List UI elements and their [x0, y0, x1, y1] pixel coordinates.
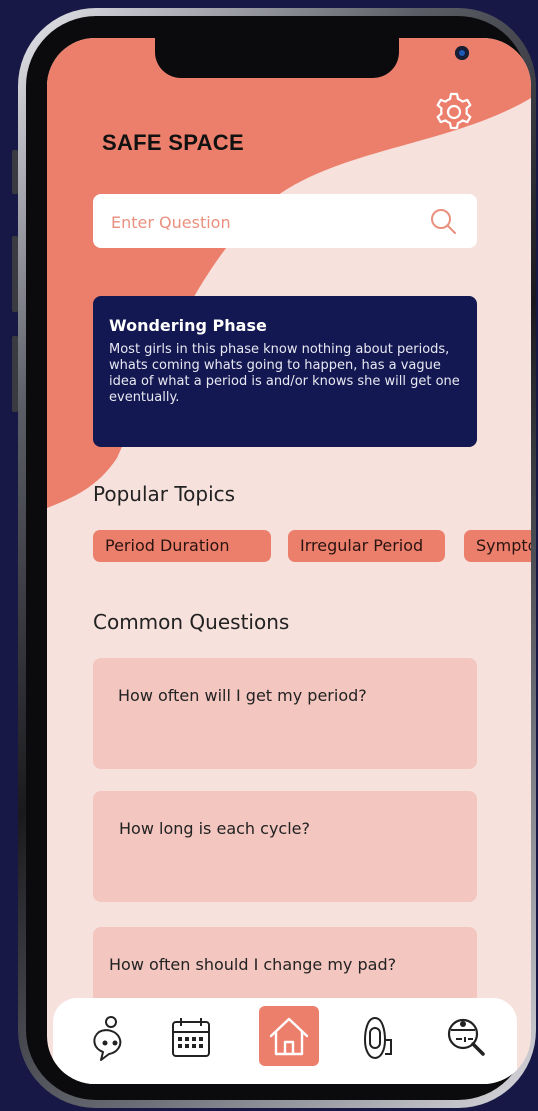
chat-bubble-icon[interactable]	[83, 1010, 139, 1066]
topic-chip-period-duration[interactable]: Period Duration	[93, 530, 271, 562]
pad-icon[interactable]	[353, 1010, 409, 1066]
calendar-icon[interactable]	[163, 1010, 219, 1066]
question-text: How often should I change my pad?	[109, 955, 397, 974]
question-card[interactable]: How long is each cycle?	[93, 791, 477, 902]
common-questions-heading: Common Questions	[93, 610, 290, 634]
question-text: How often will I get my period?	[118, 686, 367, 705]
topic-chip-irregular-period[interactable]: Irregular Period	[288, 530, 445, 562]
question-text: How long is each cycle?	[119, 819, 310, 838]
topic-chip-symptoms[interactable]: Symptoms	[464, 530, 531, 562]
settings-gear-icon[interactable]	[432, 90, 476, 134]
question-card[interactable]: How often will I get my period?	[93, 658, 477, 769]
doctor-search-icon[interactable]	[439, 1010, 495, 1066]
front-camera	[455, 46, 469, 60]
app-title: SAFE SPACE	[102, 130, 244, 155]
search-input[interactable]	[109, 194, 413, 250]
popular-topics-heading: Popular Topics	[93, 482, 236, 506]
phone-notch	[155, 38, 469, 78]
phase-title: Wondering Phase	[109, 316, 267, 335]
search-icon[interactable]	[429, 207, 457, 235]
phase-description: Most girls in this phase know nothing ab…	[109, 342, 460, 405]
app-screen: SAFE SPACE Wondering Phase Most girls in…	[47, 38, 531, 1084]
phase-info-card[interactable]: Wondering Phase Most girls in this phase…	[93, 296, 477, 447]
search-bar	[93, 194, 477, 250]
home-icon[interactable]	[259, 1006, 319, 1066]
bottom-tab-bar	[53, 998, 517, 1084]
